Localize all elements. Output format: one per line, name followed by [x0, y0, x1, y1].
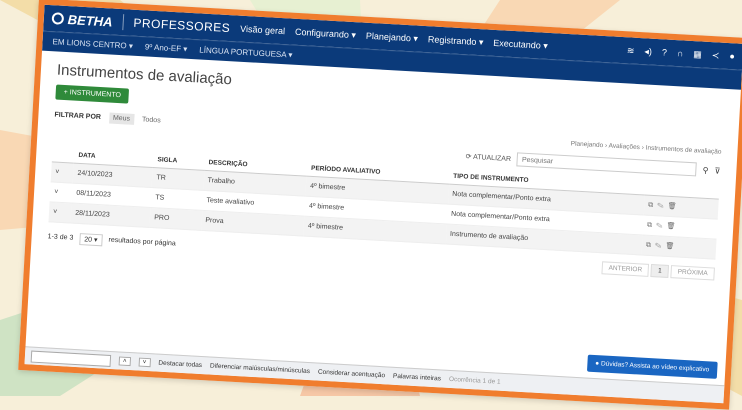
current-page[interactable]: 1	[650, 264, 670, 278]
info-icon: ●	[595, 360, 600, 368]
row-actions: ⧉✎🗑	[641, 234, 717, 260]
copy-icon[interactable]: ⧉	[647, 222, 656, 229]
breadcrumb: Planejando › Avaliações › Instrumentos d…	[570, 140, 722, 156]
sound-icon[interactable]: ◂)	[644, 46, 652, 57]
highlight-all-option[interactable]: Destacar todas	[158, 360, 202, 369]
match-case-option[interactable]: Diferenciar maiúsculas/minúsculas	[210, 363, 310, 376]
nav-item-executing[interactable]: Executando ▾	[493, 37, 548, 51]
grade-selector[interactable]: 9º Ano-EF ▾	[145, 42, 188, 53]
help-video-label: Dúvidas? Assista ao vídeo explicativo	[600, 360, 710, 374]
pagination: ANTERIOR 1 PRÓXIMA	[601, 261, 715, 281]
apps-icon[interactable]: ▦	[693, 49, 702, 60]
refresh-icon: ⟳	[465, 153, 472, 161]
delete-icon[interactable]: 🗑	[665, 243, 678, 251]
module-name: PROFESSORES	[133, 15, 231, 36]
copy-icon[interactable]: ⧉	[646, 242, 655, 249]
filter-icon[interactable]: ⊽	[714, 166, 720, 175]
filter-all[interactable]: Todos	[142, 116, 161, 124]
search-icon[interactable]: ⚲	[702, 165, 708, 174]
cell-date: 28/11/2023	[70, 203, 151, 228]
nav-item-overview[interactable]: Visão geral	[240, 23, 285, 36]
expand-icon[interactable]: ˅	[49, 181, 73, 204]
help-video-button[interactable]: ● Dúvidas? Assista ao vídeo explicativo	[586, 354, 718, 379]
search-input[interactable]	[516, 152, 698, 177]
nav-item-planning[interactable]: Planejando ▾	[366, 30, 419, 44]
subject-selector[interactable]: LÍNGUA PORTUGUESA ▾	[199, 45, 293, 59]
refresh-button[interactable]: ⟳ ATUALIZAR	[465, 152, 511, 163]
headset-icon[interactable]: ∩	[677, 48, 684, 59]
cell-code: TR	[151, 167, 205, 191]
cell-code: TS	[150, 187, 204, 211]
screenshot-frame: BETHA PROFESSORES Visão geral Configuran…	[18, 0, 742, 410]
find-next-button[interactable]: ˅	[138, 357, 151, 368]
header-expand	[51, 146, 75, 164]
divider	[122, 14, 124, 31]
nav-item-registering[interactable]: Registrando ▾	[428, 34, 484, 48]
betha-logo[interactable]: BETHA	[51, 11, 113, 29]
wifi-icon[interactable]: ≋	[627, 45, 635, 56]
add-instrument-button[interactable]: + INSTRUMENTO	[55, 84, 130, 104]
filter-mine[interactable]: Meus	[108, 112, 135, 125]
share-icon[interactable]: ≺	[712, 50, 720, 61]
result-count: 1-3 de 3	[47, 233, 74, 242]
expand-icon[interactable]: ˅	[50, 161, 75, 184]
notification-icon[interactable]: ●	[729, 51, 735, 62]
per-page-label: resultados por página	[108, 236, 176, 248]
whole-words-option[interactable]: Palavras inteiras	[393, 373, 441, 383]
filter-label: FILTRAR POR	[54, 111, 102, 122]
main-content: Instrumentos de avaliação + INSTRUMENTO …	[31, 51, 741, 292]
nav-item-configuring[interactable]: Configurando ▾	[295, 26, 357, 40]
school-selector[interactable]: EM LIONS CENTRO ▾	[52, 37, 133, 50]
delete-icon[interactable]: 🗑	[666, 223, 679, 231]
delete-icon[interactable]: 🗑	[667, 203, 680, 211]
refresh-label: ATUALIZAR	[472, 153, 512, 164]
next-page-button[interactable]: PRÓXIMA	[670, 265, 715, 281]
page-size-select[interactable]: 20 ▾	[78, 232, 103, 246]
prev-page-button[interactable]: ANTERIOR	[601, 261, 650, 277]
find-input[interactable]	[30, 350, 112, 367]
copy-icon[interactable]: ⧉	[648, 202, 657, 209]
toolbar-icons: ≋ ◂) ? ∩ ▦ ≺ ●	[627, 45, 735, 62]
logo-icon	[51, 12, 65, 25]
match-diacritics-option[interactable]: Considerar acentuação	[318, 369, 386, 380]
logo-text: BETHA	[67, 11, 113, 30]
find-status: Ocorrência 1 de 1	[448, 375, 501, 386]
cell-code: PRO	[149, 207, 202, 231]
expand-icon[interactable]: ˅	[48, 201, 72, 224]
help-icon[interactable]: ?	[662, 47, 668, 58]
find-prev-button[interactable]: ˄	[118, 356, 131, 367]
